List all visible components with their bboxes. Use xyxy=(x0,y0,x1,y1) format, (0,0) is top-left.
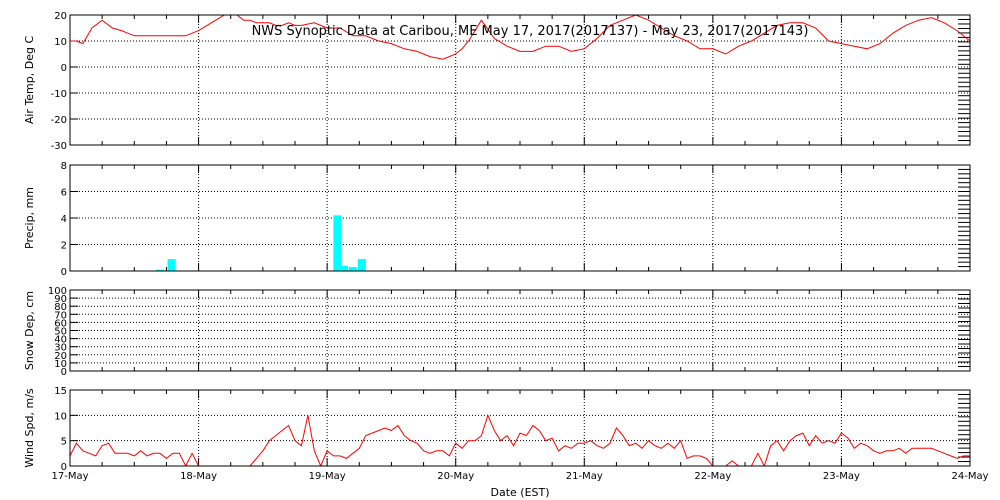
panel-precip: 0 2 4 6 8 Precip, mm xyxy=(23,161,971,278)
x-tick-labels: 17-May 18-May 19-May 20-May 21-May 22-May 23-M… xyxy=(51,471,988,482)
panel-wind-spd: 051015Wind Spd, m/s xyxy=(23,386,971,473)
y-axis-label: Precip, mm xyxy=(23,187,36,249)
x-tick-label: 17-May xyxy=(51,471,88,482)
chart-root: -30 -20 -10 0 10 20 Air Temp, Deg C 0 2 4 6 8 Precip… xyxy=(0,0,1000,500)
precip-bar xyxy=(339,265,348,271)
y-axis-label: Wind Spd, m/s xyxy=(23,388,36,468)
x-tick-label: 18-May xyxy=(180,471,217,482)
panel-snow-dep: 0102030405060708090100Snow Dep, cm xyxy=(23,286,971,378)
y-tick-label: 0 xyxy=(61,267,67,278)
precip-bar xyxy=(167,259,176,271)
y-tick-label: 20 xyxy=(54,11,67,22)
synoptic-chart: -30 -20 -10 0 10 20 Air Temp, Deg C 0 2 4 6 8 Precip… xyxy=(23,11,989,499)
y-tick-label: 0 xyxy=(61,63,67,74)
x-tick-label: 22-May xyxy=(694,471,731,482)
y-tick-label: 8 xyxy=(61,161,67,172)
x-tick-label: 21-May xyxy=(566,471,603,482)
y-tick-label: 2 xyxy=(61,241,67,252)
y-tick-label: -10 xyxy=(51,89,67,100)
x-tick-label: 23-May xyxy=(823,471,860,482)
y-axis-label: Snow Dep, cm xyxy=(23,291,36,370)
y-tick-label: -20 xyxy=(51,115,67,126)
y-axis-label: Air Temp, Deg C xyxy=(23,36,36,125)
y-tick-label: 5 xyxy=(61,437,67,448)
x-tick-label: 24-May xyxy=(951,471,988,482)
y-tick-label: 10 xyxy=(54,411,67,422)
y-tick-label: 15 xyxy=(54,386,67,397)
y-tick-label: 10 xyxy=(54,37,67,48)
y-tick-label: 4 xyxy=(61,214,67,225)
y-tick-label: 100 xyxy=(48,286,67,297)
x-tick-label: 19-May xyxy=(309,471,346,482)
x-axis-label: Date (EST) xyxy=(490,486,549,499)
y-tick-label: 6 xyxy=(61,188,67,199)
precip-bar xyxy=(333,215,342,271)
x-tick-label: 20-May xyxy=(437,471,474,482)
chart-panels: -30 -20 -10 0 10 20 Air Temp, Deg C 0 2 4 6 8 Precip… xyxy=(23,11,989,482)
y-tick-label: -30 xyxy=(51,141,67,152)
precip-bar xyxy=(348,267,357,271)
precip-bar xyxy=(357,259,366,271)
panel-frame xyxy=(69,389,971,467)
chart-title: NWS Synoptic Data at Caribou, ME May 17,… xyxy=(252,24,809,39)
